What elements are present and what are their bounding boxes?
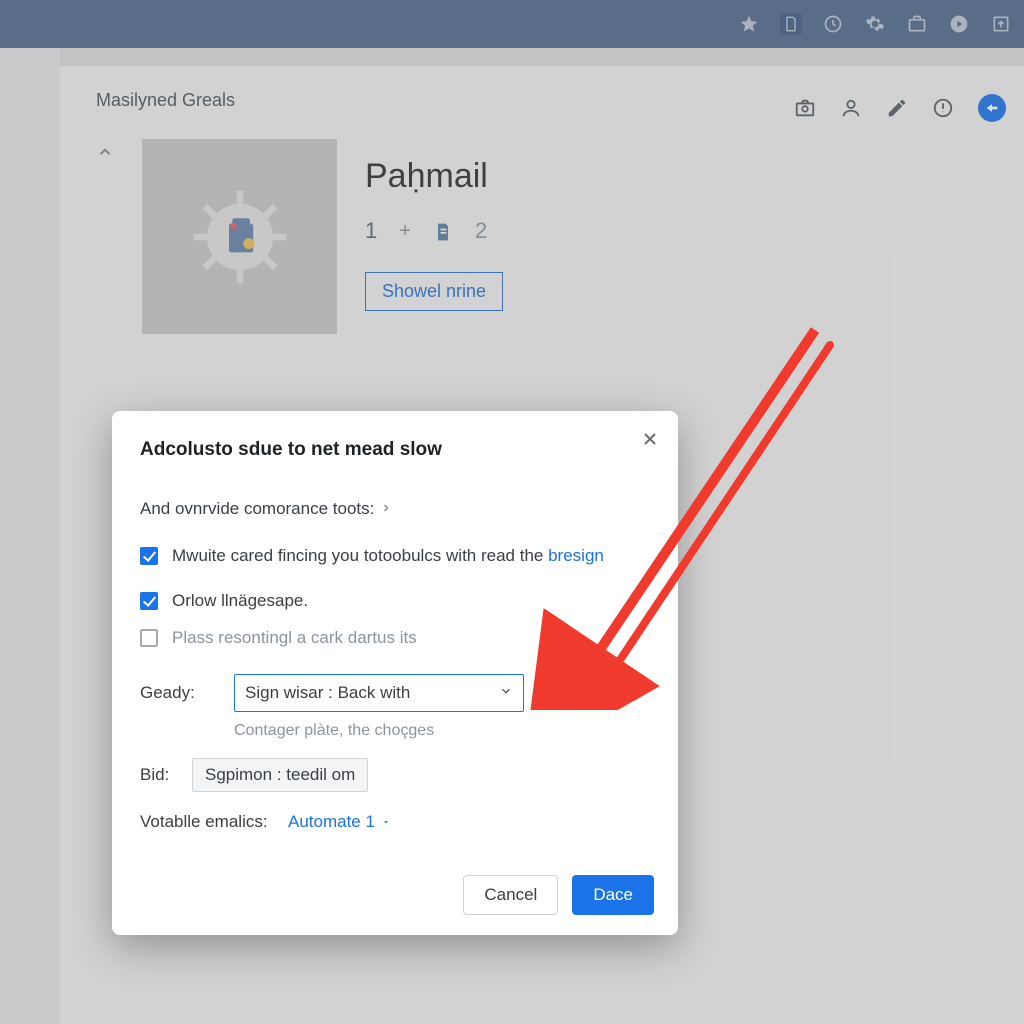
checkbox-unchecked-icon[interactable] xyxy=(140,629,158,647)
votable-label: Votablle emalics: xyxy=(140,812,270,832)
close-icon[interactable] xyxy=(640,429,660,455)
geady-row: Geady: Sign wisar : Back with xyxy=(140,674,650,712)
dialog-title: Adcolusto sdue to net mead slow xyxy=(140,439,650,461)
dialog-footer: Cancel Dace xyxy=(463,875,654,915)
votable-dropdown[interactable]: Automate 1 xyxy=(288,812,391,832)
option-2-label: Orlow llnägesape. xyxy=(172,590,308,613)
option-3[interactable]: Plass resontingl a cark dartus its xyxy=(140,627,650,650)
geady-label: Geady: xyxy=(140,683,200,703)
checkbox-checked-icon[interactable] xyxy=(140,547,158,565)
bresign-link[interactable]: bresign xyxy=(548,546,604,565)
bid-row: Bid: Sgpimon : teedil om xyxy=(140,758,650,792)
geady-select[interactable]: Sign wisar : Back with xyxy=(234,674,524,712)
checkbox-checked-icon[interactable] xyxy=(140,592,158,610)
option-1-label: Mwuite cared fincing you totoobulcs with… xyxy=(172,545,604,568)
settings-dialog: Adcolusto sdue to net mead slow And ovnr… xyxy=(112,411,678,935)
option-3-label: Plass resontingl a cark dartus its xyxy=(172,627,417,650)
dialog-subtitle[interactable]: And ovnrvide comorance toots: xyxy=(140,499,650,519)
confirm-button[interactable]: Dace xyxy=(572,875,654,915)
geady-helper: Contager plàte, the choçges xyxy=(234,722,650,740)
option-1[interactable]: Mwuite cared fincing you totoobulcs with… xyxy=(140,545,650,568)
option-2[interactable]: Orlow llnägesape. xyxy=(140,590,650,613)
bid-label: Bid: xyxy=(140,765,174,785)
votable-row: Votablle emalics: Automate 1 xyxy=(140,812,650,832)
bid-chip[interactable]: Sgpimon : teedil om xyxy=(192,758,368,792)
chevron-down-icon xyxy=(499,683,513,703)
chevron-right-icon xyxy=(380,501,392,517)
cancel-button[interactable]: Cancel xyxy=(463,875,558,915)
